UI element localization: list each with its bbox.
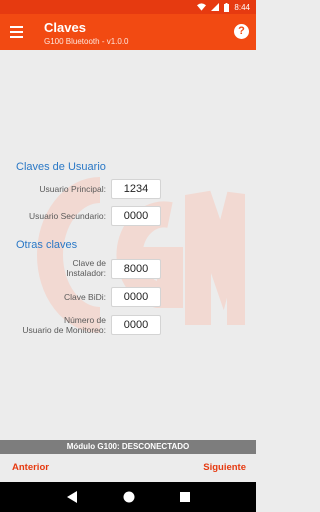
wifi-icon (197, 3, 207, 11)
status-bar: 8:44 (0, 0, 256, 14)
user-keys-title: Claves de Usuario (16, 161, 106, 173)
monitoring-user-input[interactable]: 0000 (111, 315, 161, 335)
other-keys-title: Otras claves (16, 239, 78, 251)
signal-icon (211, 3, 220, 11)
bidi-key-label: Clave BiDi: (63, 292, 106, 302)
monitoring-user-label: Número de Usuario de Monitoreo: (22, 315, 106, 335)
menu-icon[interactable] (9, 24, 25, 40)
monitoring-user-label-line1: Número de (63, 315, 106, 325)
status-time: 8:44 (234, 2, 250, 12)
home-icon[interactable] (123, 491, 135, 503)
previous-button[interactable]: Anterior (12, 462, 49, 473)
installer-key-label-line1: Clave de (72, 258, 106, 268)
installer-key-label: Clave de Instalador: (66, 258, 106, 278)
app-subtitle: G100 Bluetooth - v1.0.0 (44, 37, 129, 46)
next-button[interactable]: Siguiente (203, 462, 246, 473)
app-bar: Claves G100 Bluetooth - v1.0.0 ? (0, 14, 256, 50)
main-content: Claves de Usuario Usuario Principal: 123… (0, 50, 256, 440)
bottom-nav-bar: Anterior Siguiente (0, 454, 256, 482)
main-user-input[interactable]: 1234 (111, 179, 161, 199)
recents-icon[interactable] (179, 492, 190, 502)
secondary-user-input[interactable]: 0000 (111, 206, 161, 226)
installer-key-label-line2: Instalador: (66, 268, 106, 278)
system-nav-bar (0, 482, 256, 512)
battery-icon (224, 2, 230, 12)
app-title: Claves (44, 20, 86, 35)
main-user-label: Usuario Principal: (39, 184, 106, 194)
secondary-user-label: Usuario Secundario: (28, 211, 106, 221)
connection-status: Módulo G100: DESCONECTADO (0, 440, 256, 454)
bidi-key-input[interactable]: 0000 (111, 287, 161, 307)
back-icon[interactable] (66, 491, 78, 503)
installer-key-input[interactable]: 8000 (111, 259, 161, 279)
help-icon[interactable]: ? (234, 24, 249, 39)
monitoring-user-label-line2: Usuario de Monitoreo: (22, 325, 106, 335)
